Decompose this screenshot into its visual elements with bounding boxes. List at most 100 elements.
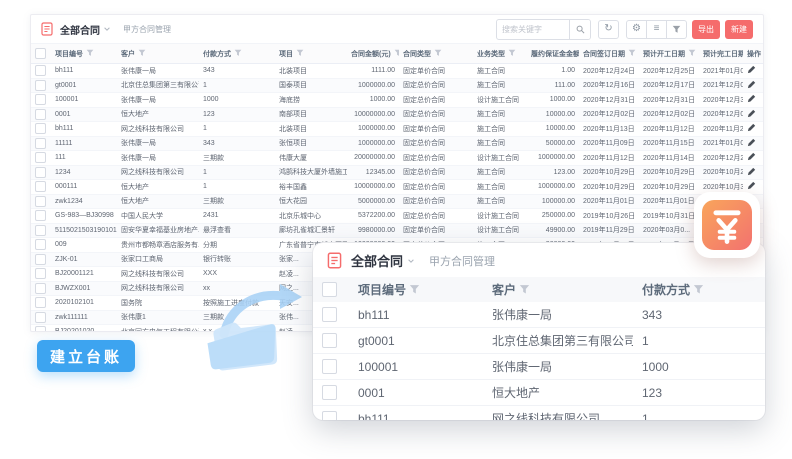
filter-icon[interactable] bbox=[394, 49, 399, 57]
cell-customer[interactable]: 北京住总集团第三有限公司 bbox=[483, 328, 633, 354]
row-checkbox[interactable] bbox=[35, 167, 46, 178]
cell-project-code[interactable]: 0001 bbox=[349, 380, 483, 406]
table-row[interactable]: GS-983—BJ30998中国人民大学2431北京乐城中心5372200.00… bbox=[31, 209, 764, 224]
cell-project[interactable]: 国泰项目 bbox=[275, 78, 347, 93]
settings-button[interactable]: ⚙ bbox=[626, 20, 647, 39]
cell-project-code[interactable]: bh111 bbox=[349, 406, 483, 421]
row-checkbox[interactable] bbox=[35, 268, 46, 279]
row-checkbox[interactable] bbox=[35, 138, 46, 149]
edit-icon[interactable] bbox=[747, 123, 756, 132]
row-checkbox[interactable] bbox=[35, 65, 46, 76]
cell-project-code[interactable]: 0001 bbox=[51, 107, 117, 122]
cell-project[interactable]: 北装项目 bbox=[275, 64, 347, 79]
ledger-shortcut-card[interactable] bbox=[694, 192, 760, 258]
table-row[interactable]: bh111网之线科技有限公司1 bbox=[313, 406, 765, 421]
cell-customer[interactable]: 张家口工商局 bbox=[117, 252, 199, 267]
cell-project[interactable]: 北京乐城中心 bbox=[275, 209, 347, 224]
table-row[interactable]: 5115021503190101固安华夏幸福基业房地产...悬浮查看廊坊孔雀城汇… bbox=[31, 223, 764, 238]
edit-icon[interactable] bbox=[747, 181, 756, 190]
chevron-down-icon[interactable] bbox=[407, 257, 415, 265]
row-checkbox[interactable] bbox=[35, 181, 46, 192]
row-checkbox[interactable] bbox=[35, 254, 46, 265]
cell-customer[interactable]: 张伟康一局 bbox=[117, 136, 199, 151]
cell-customer[interactable]: 张伟康一局 bbox=[117, 151, 199, 166]
cell-customer[interactable]: 网之线科技有限公司 bbox=[483, 406, 633, 421]
cell-project-code[interactable]: 2020102101 bbox=[51, 296, 117, 311]
table-row[interactable]: 1234网之线科技有限公司1鸿鹄科技大厦外墙施工项目12345.00固定总价合同… bbox=[31, 165, 764, 180]
cell-customer[interactable]: 恒大地产 bbox=[483, 380, 633, 406]
cell-customer[interactable]: 恒大地产 bbox=[117, 194, 199, 209]
cell-project[interactable]: 海底捞 bbox=[275, 93, 347, 108]
filter-icon[interactable] bbox=[508, 49, 516, 57]
cell-project-code[interactable]: zwk1234 bbox=[51, 194, 117, 209]
cell-project-code[interactable]: ZJK-01 bbox=[51, 252, 117, 267]
filter-icon[interactable] bbox=[138, 49, 146, 57]
edit-icon[interactable] bbox=[747, 138, 756, 147]
row-checkbox[interactable] bbox=[35, 210, 46, 221]
row-checkbox[interactable] bbox=[35, 312, 46, 323]
table-row[interactable]: zwk1234恒大地产三期款恒大花园5000000.00固定总价合同施工合同10… bbox=[31, 194, 764, 209]
row-checkbox[interactable] bbox=[322, 333, 337, 348]
filter-button[interactable] bbox=[666, 20, 687, 39]
edit-icon[interactable] bbox=[747, 109, 756, 118]
cell-customer[interactable]: 中国人民大学 bbox=[117, 209, 199, 224]
cell-customer[interactable]: 国务院 bbox=[117, 296, 199, 311]
cell-customer[interactable]: 恒大地产 bbox=[117, 107, 199, 122]
row-checkbox[interactable] bbox=[35, 109, 46, 120]
filter-icon[interactable] bbox=[86, 49, 94, 57]
filter-icon[interactable] bbox=[519, 284, 530, 295]
cell-customer[interactable]: 张伟康一局 bbox=[483, 302, 633, 328]
cell-project-code[interactable]: 11111 bbox=[51, 136, 117, 151]
row-checkbox[interactable] bbox=[322, 411, 337, 420]
cell-project[interactable]: 恒大花园 bbox=[275, 194, 347, 209]
row-checkbox[interactable] bbox=[35, 225, 46, 236]
edit-icon[interactable] bbox=[747, 167, 756, 176]
cell-project-code[interactable]: BJWZX001 bbox=[51, 281, 117, 296]
row-checkbox[interactable] bbox=[35, 152, 46, 163]
row-checkbox[interactable] bbox=[35, 196, 46, 207]
table-row[interactable]: gt0001北京住总集团第三有限公司1国泰项目1000000.00固定总价合同施… bbox=[31, 78, 764, 93]
row-checkbox[interactable] bbox=[35, 326, 46, 332]
filter-icon[interactable] bbox=[434, 49, 442, 57]
row-checkbox[interactable] bbox=[35, 297, 46, 308]
cell-customer[interactable]: 网之线科技有限公司 bbox=[117, 122, 199, 137]
create-button[interactable]: 新建 bbox=[725, 20, 753, 39]
row-checkbox[interactable] bbox=[35, 239, 46, 250]
filter-icon[interactable] bbox=[693, 284, 704, 295]
edit-icon[interactable] bbox=[747, 94, 756, 103]
cell-project-code[interactable]: 100001 bbox=[349, 354, 483, 380]
cell-project-code[interactable]: zwk111111 bbox=[51, 310, 117, 325]
cell-project-code[interactable]: 100001 bbox=[51, 93, 117, 108]
table-row[interactable]: bh111网之线科技有限公司1北装项目1000000.00固定单价合同施工合同1… bbox=[31, 122, 764, 137]
select-all-checkbox[interactable] bbox=[35, 48, 46, 59]
edit-icon[interactable] bbox=[747, 152, 756, 161]
create-ledger-button[interactable]: 建立台账 bbox=[37, 340, 135, 372]
table-row[interactable]: 000111恒大地产1裕丰国鑫10000000.00固定总价合同施工合同1000… bbox=[31, 180, 764, 195]
cell-project[interactable]: 北装项目 bbox=[275, 122, 347, 137]
table-row[interactable]: 0001恒大地产123南部项目10000000.00固定总价合同施工合同1000… bbox=[31, 107, 764, 122]
list-view-button[interactable]: ≡ bbox=[646, 20, 667, 39]
cell-project-code[interactable]: gt0001 bbox=[51, 78, 117, 93]
cell-project-code[interactable]: bh111 bbox=[51, 64, 117, 79]
cell-project[interactable]: 廊坊孔雀城汇景轩 bbox=[275, 223, 347, 238]
cell-customer[interactable]: 网之线科技有限公司 bbox=[117, 281, 199, 296]
cell-customer[interactable]: 张伟康一局 bbox=[483, 354, 633, 380]
cell-customer[interactable]: 张伟康一局 bbox=[117, 64, 199, 79]
cell-customer[interactable]: 固安华夏幸福基业房地产... bbox=[117, 223, 199, 238]
chevron-down-icon[interactable] bbox=[103, 25, 111, 33]
cell-project-code[interactable]: bh111 bbox=[349, 302, 483, 328]
cell-customer[interactable]: 张伟康1 bbox=[117, 310, 199, 325]
filter-icon[interactable] bbox=[628, 49, 636, 57]
cell-project-code[interactable]: 111 bbox=[51, 151, 117, 166]
filter-icon[interactable] bbox=[688, 49, 696, 57]
table-row[interactable]: bh111张伟康一局343 bbox=[313, 302, 765, 328]
refresh-button[interactable]: ↻ bbox=[598, 20, 619, 39]
table-row[interactable]: bh111张伟康一局343北装项目1111.00固定单价合同施工合同1.0020… bbox=[31, 64, 764, 79]
row-checkbox[interactable] bbox=[35, 80, 46, 91]
cell-project-code[interactable]: bh111 bbox=[51, 122, 117, 137]
row-checkbox[interactable] bbox=[35, 283, 46, 294]
table-row[interactable]: 100001张伟康一局1000 bbox=[313, 354, 765, 380]
cell-project-code[interactable]: GS-983—BJ30998 bbox=[51, 209, 117, 224]
cell-project-code[interactable]: BJ20001121 bbox=[51, 267, 117, 282]
cell-project-code[interactable]: 5115021503190101 bbox=[51, 223, 117, 238]
